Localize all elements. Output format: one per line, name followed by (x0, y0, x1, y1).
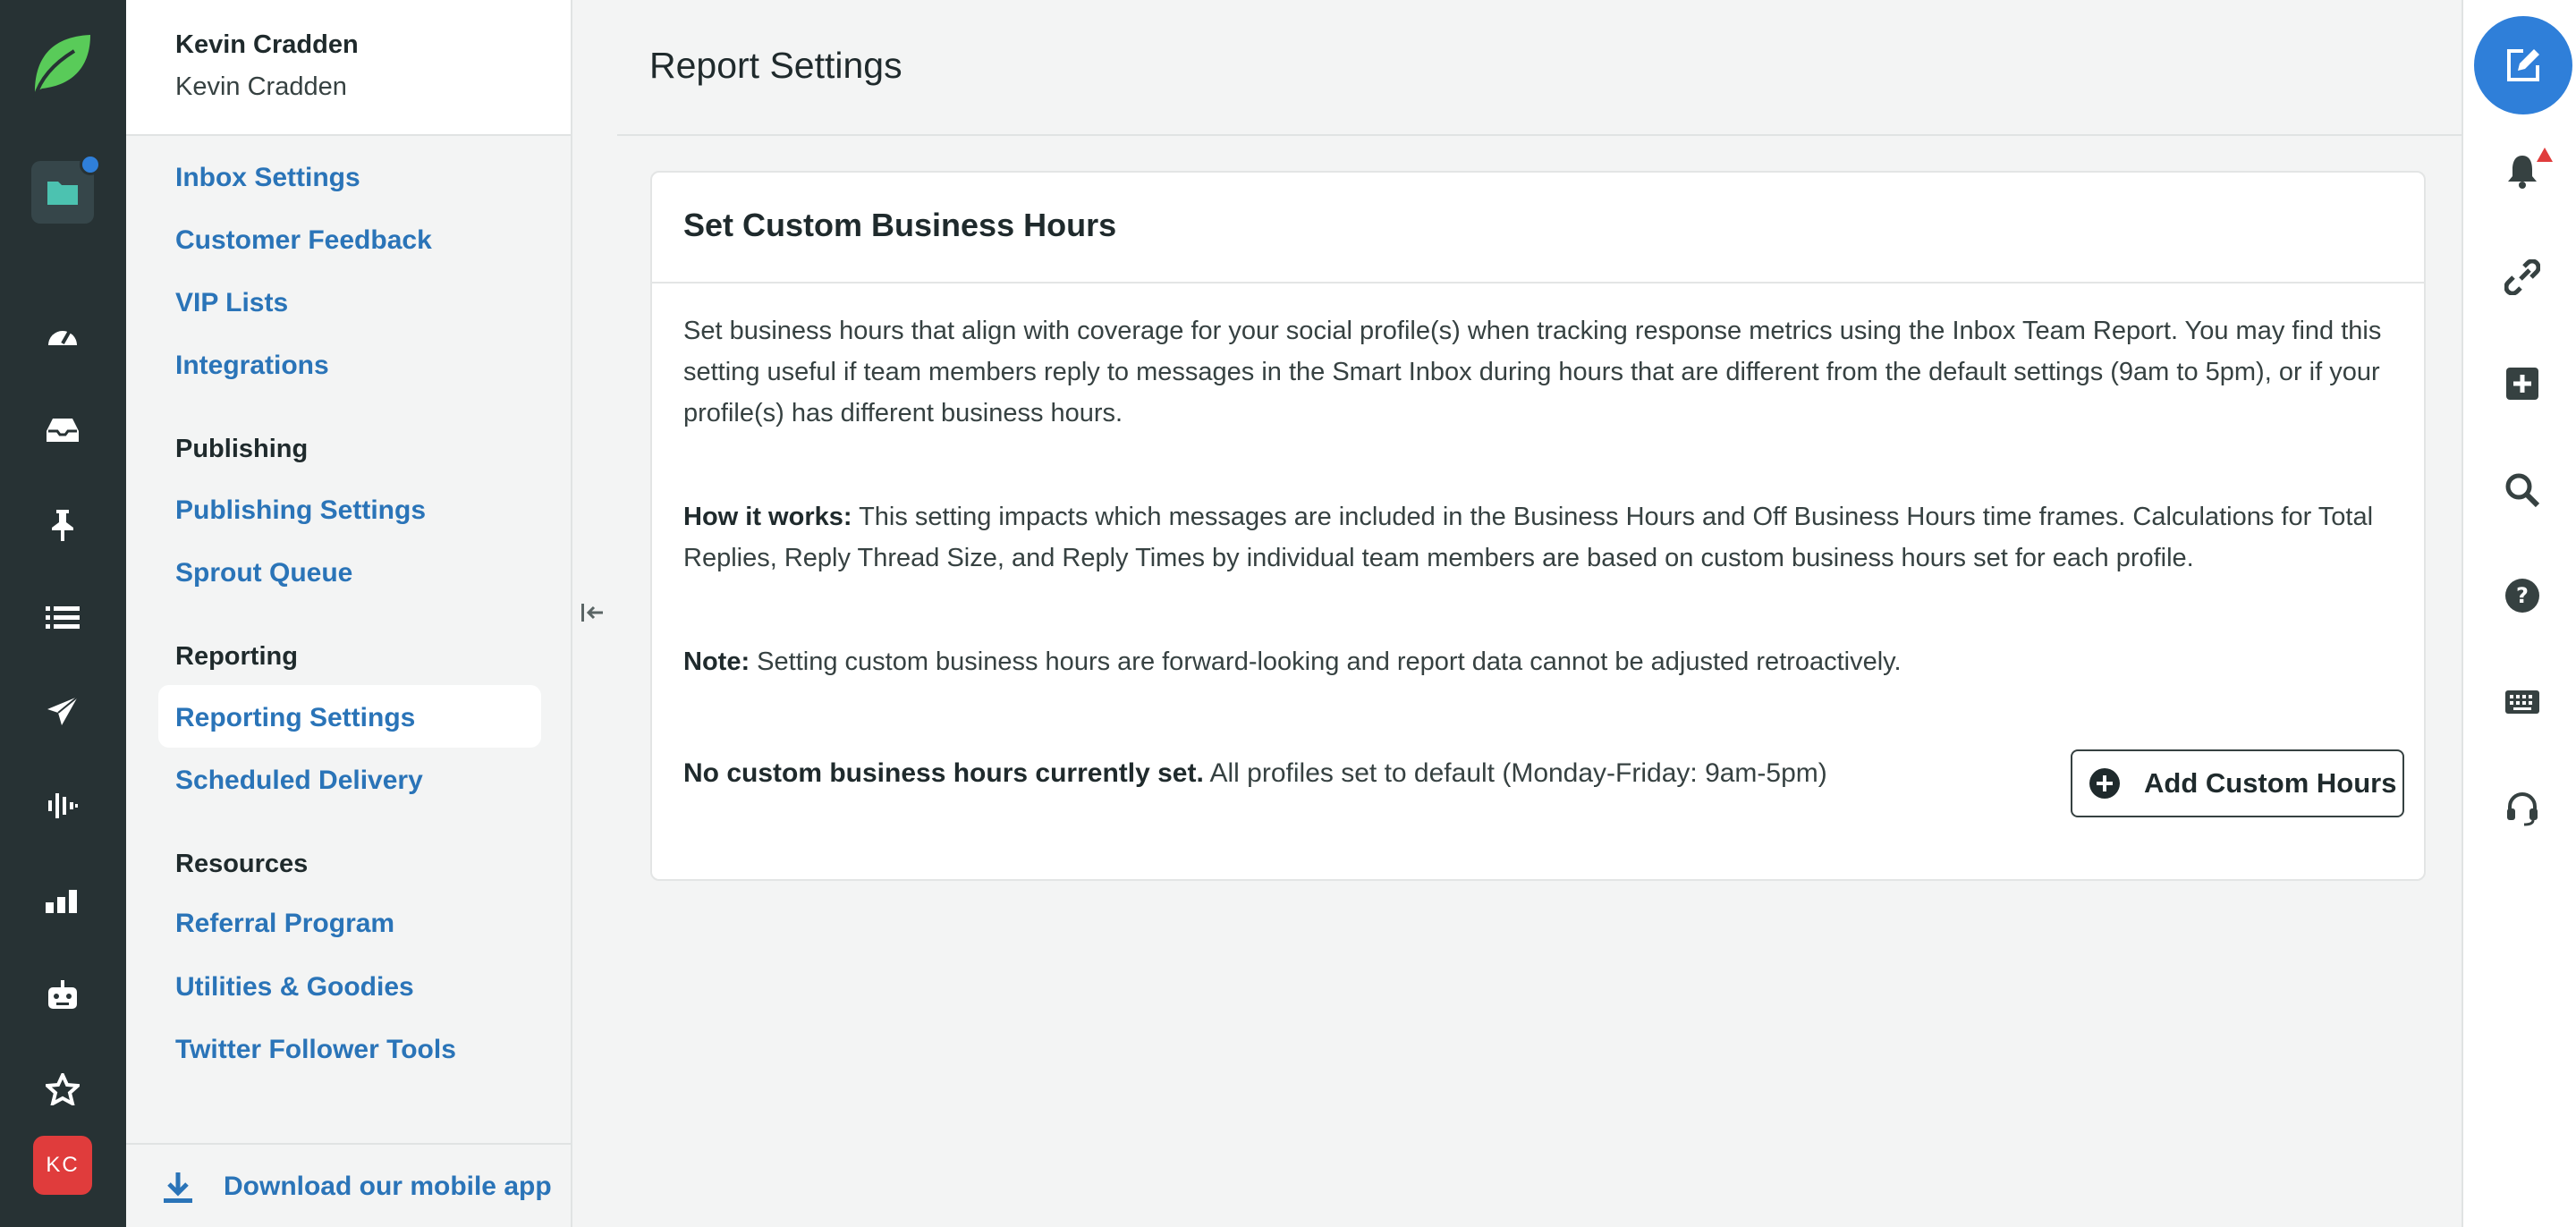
status-bold: No custom business hours currently set. (683, 758, 1204, 788)
pin-icon[interactable] (31, 494, 94, 556)
sidebar-item-scheduled-delivery[interactable]: Scheduled Delivery (175, 766, 423, 796)
sidebar-item-vip-lists[interactable]: VIP Lists (175, 288, 288, 318)
compose-icon (2507, 49, 2539, 81)
bot-icon[interactable] (31, 964, 94, 1027)
list-icon[interactable] (31, 587, 94, 649)
download-mobile-app-link[interactable]: Download our mobile app (224, 1172, 552, 1202)
notification-badge (2537, 148, 2553, 162)
page-header: Report Settings (617, 0, 2462, 136)
notification-dot (80, 154, 101, 175)
dashboard-icon[interactable] (31, 304, 94, 367)
add-custom-hours-button[interactable]: Add Custom Hours (2071, 749, 2404, 817)
sidebar-item-integrations[interactable]: Integrations (175, 351, 329, 381)
inbox-icon[interactable] (31, 399, 94, 461)
compose-button[interactable] (2474, 16, 2572, 114)
sidebar-item-utilities-goodies[interactable]: Utilities & Goodies (175, 972, 414, 1003)
listening-icon[interactable] (31, 774, 94, 837)
avatar[interactable]: KC (33, 1136, 92, 1195)
note-text: Setting custom business hours are forwar… (757, 647, 1902, 676)
app-rail: KC (0, 0, 126, 1227)
reports-icon[interactable] (31, 870, 94, 933)
how-it-works-paragraph: How it works: This setting impacts which… (683, 496, 2393, 579)
sidebar-heading-publishing: Publishing (175, 435, 309, 463)
note-paragraph: Note: Setting custom business hours are … (683, 641, 2393, 682)
settings-sidebar: Kevin Cradden Kevin Cradden Inbox Settin… (126, 0, 572, 1227)
sidebar-item-twitter-follower-tools[interactable]: Twitter Follower Tools (175, 1035, 456, 1065)
folder-icon (47, 182, 78, 205)
rail-folder-button[interactable] (31, 154, 101, 224)
sidebar-item-customer-feedback[interactable]: Customer Feedback (175, 225, 432, 256)
sidebar-heading-reporting: Reporting (175, 642, 298, 671)
headset-icon[interactable] (2497, 783, 2547, 834)
svg-text:?: ? (2516, 583, 2529, 608)
account-header[interactable]: Kevin Cradden Kevin Cradden (126, 0, 571, 136)
intro-paragraph: Set business hours that align with cover… (683, 317, 2382, 427)
business-hours-card: Set Custom Business Hours Set business h… (650, 171, 2426, 881)
plus-square-icon[interactable] (2497, 359, 2547, 409)
card-body: Set business hours that align with cover… (652, 283, 2424, 682)
sidebar-heading-resources: Resources (175, 850, 309, 878)
status-text: All profiles set to default (Monday-Frid… (1209, 758, 1827, 788)
collapse-sidebar-icon[interactable] (580, 599, 606, 626)
send-icon[interactable] (31, 680, 94, 742)
search-icon[interactable] (2497, 465, 2547, 515)
main-content: Report Settings Set Custom Business Hour… (617, 0, 2462, 1227)
sidebar-item-inbox-settings[interactable]: Inbox Settings (175, 163, 360, 193)
sidebar-item-reporting-settings[interactable]: Reporting Settings (175, 703, 415, 733)
link-icon[interactable] (2497, 252, 2547, 302)
sidebar-item-publishing-settings[interactable]: Publishing Settings (175, 495, 426, 526)
sidebar-item-referral-program[interactable]: Referral Program (175, 909, 394, 939)
how-it-works-text: This setting impacts which messages are … (683, 503, 2374, 572)
account-name: Kevin Cradden (175, 30, 359, 59)
download-icon (164, 1172, 192, 1203)
add-custom-hours-label: Add Custom Hours (2144, 767, 2397, 799)
sidebar-footer: Download our mobile app (126, 1143, 571, 1227)
star-icon[interactable] (31, 1058, 94, 1121)
page-title: Report Settings (649, 45, 902, 86)
note-label: Note: (683, 647, 750, 676)
sidebar-item-sprout-queue[interactable]: Sprout Queue (175, 558, 352, 588)
keyboard-icon[interactable] (2497, 677, 2547, 727)
account-subname: Kevin Cradden (175, 72, 347, 101)
card-title: Set Custom Business Hours (652, 173, 2424, 283)
status-row: No custom business hours currently set. … (683, 758, 1827, 789)
sprout-logo-icon[interactable] (31, 30, 94, 101)
how-it-works-label: How it works: (683, 503, 852, 531)
plus-circle-icon (2089, 768, 2120, 799)
help-icon[interactable]: ? (2497, 571, 2547, 621)
